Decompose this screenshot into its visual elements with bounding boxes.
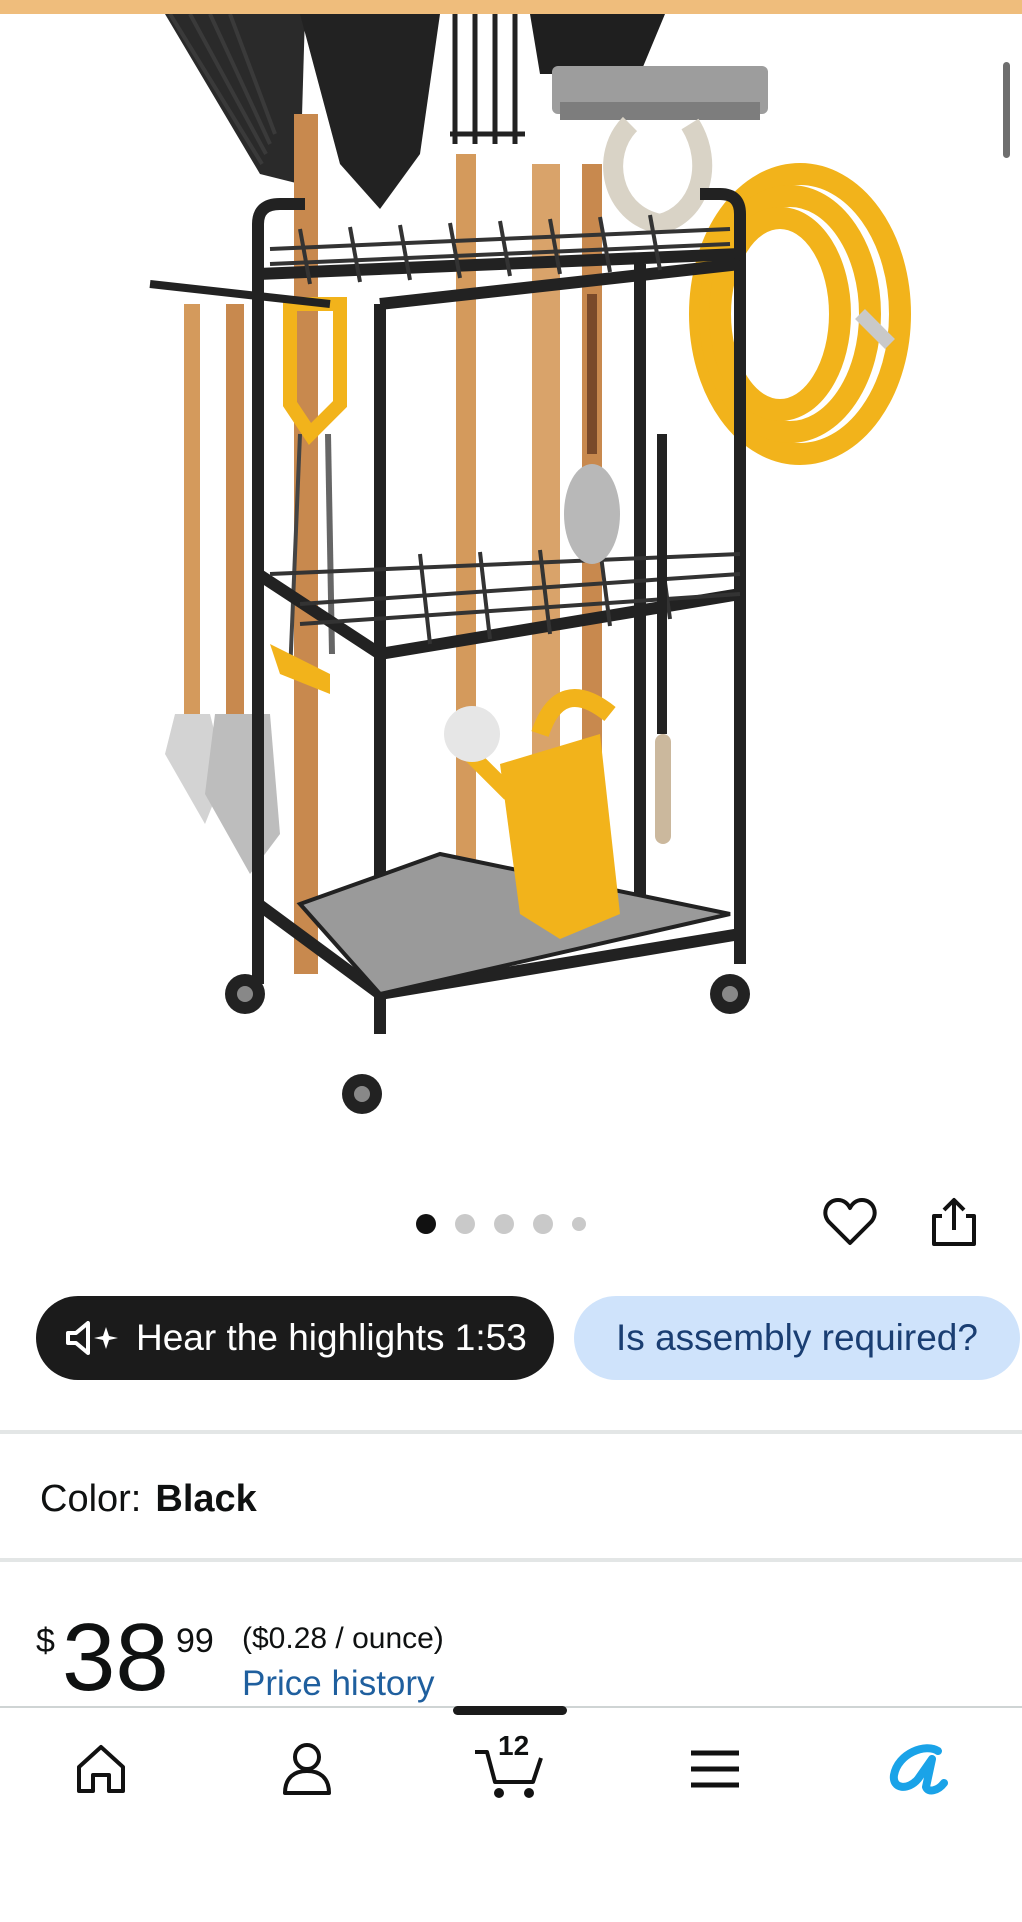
price-fraction: 99 [176,1622,214,1660]
rufus-icon [889,1744,948,1795]
carousel-dot[interactable] [455,1214,475,1234]
carousel-dot[interactable] [533,1214,553,1234]
nav-active-indicator [453,1706,567,1715]
share-button[interactable] [922,1190,986,1254]
section-divider [0,1558,1022,1562]
assembly-question-chip[interactable]: Is assembly required? [574,1296,1020,1380]
assembly-question-label: Is assembly required? [616,1317,978,1358]
carousel-dot[interactable] [572,1217,586,1231]
nav-rufus[interactable] [872,1730,962,1808]
nav-home[interactable] [56,1730,146,1808]
carousel-dot[interactable] [494,1214,514,1234]
section-divider [0,1430,1022,1434]
product-image[interactable] [0,14,1022,1164]
garden-tool-cart-illustration [149,14,911,1114]
home-icon [77,1745,125,1793]
account-icon [283,1743,331,1795]
menu-icon [691,1750,739,1788]
top-status-strip [0,0,1022,14]
heart-icon [823,1198,877,1245]
color-selector[interactable]: Color: Black [40,1478,257,1521]
color-value: Black [155,1478,257,1520]
share-icon [932,1198,976,1246]
carousel-dots[interactable] [416,1212,586,1236]
hear-highlights-button[interactable]: Hear the highlights 1:53 [36,1296,554,1380]
speaker-sparkle-icon [64,1321,122,1355]
unit-price: ($0.28 / ounce) [242,1622,444,1655]
carousel-dot[interactable] [416,1214,436,1234]
price-history-link[interactable]: Price history [242,1664,435,1704]
wishlist-button[interactable] [818,1190,882,1254]
hear-highlights-label: Hear the highlights 1:53 [136,1317,527,1358]
price-currency: $ [36,1622,55,1660]
nav-menu[interactable] [670,1730,760,1808]
cart-count-badge: 12 [498,1730,530,1761]
color-label: Color: [40,1478,142,1520]
price-whole: 38 [62,1604,169,1711]
nav-account[interactable] [262,1730,352,1808]
